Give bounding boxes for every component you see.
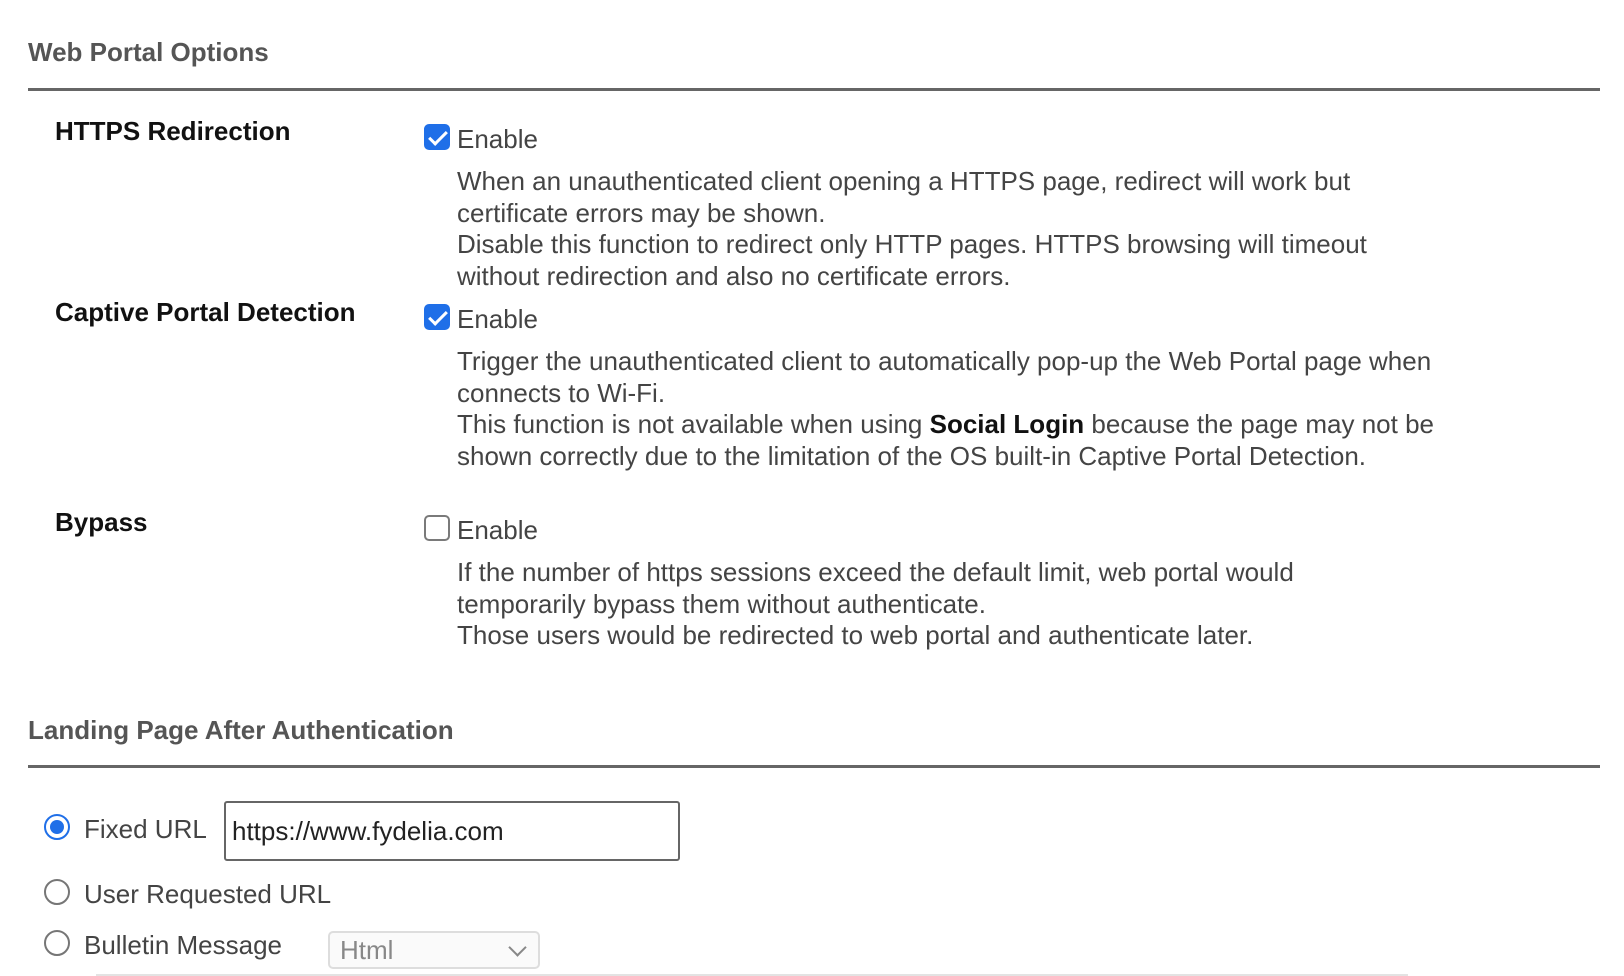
user-requested-url-label: User Requested URL xyxy=(84,879,332,909)
captive-portal-detection-enable-label: Enable xyxy=(457,304,538,334)
bulletin-format-value: Html xyxy=(340,934,394,965)
chevron-down-icon xyxy=(508,938,527,957)
captive-portal-detection-checkbox[interactable] xyxy=(424,303,450,330)
bypass-description: If the number of https sessions exceed t… xyxy=(457,557,1357,652)
section-divider xyxy=(28,88,1600,91)
description-line: Trigger the unauthenticated client to au… xyxy=(457,346,1432,408)
captive-portal-detection-description: Trigger the unauthenticated client to au… xyxy=(457,346,1447,472)
label-captive-portal-detection: Captive Portal Detection xyxy=(55,297,356,327)
https-redirection-enable[interactable]: Enable xyxy=(424,123,538,155)
bulletin-message-label: Bulletin Message xyxy=(84,930,282,960)
description-line: Those users would be redirected to web p… xyxy=(457,620,1254,650)
section-title-landing-page: Landing Page After Authentication xyxy=(28,715,454,745)
bulletin-format-select[interactable]: Html xyxy=(328,931,540,969)
user-requested-url-radio[interactable] xyxy=(44,878,70,905)
bypass-checkbox[interactable] xyxy=(424,514,450,541)
social-login-emphasis: Social Login xyxy=(929,409,1085,439)
fixed-url-radio[interactable] xyxy=(44,813,70,840)
description-text: This function is not available when usin… xyxy=(457,409,930,439)
radio-option-fixed-url[interactable]: Fixed URL xyxy=(44,813,207,845)
radio-option-user-requested-url[interactable]: User Requested URL xyxy=(44,878,332,910)
fixed-url-input[interactable] xyxy=(224,801,680,861)
https-redirection-description: When an unauthenticated client opening a… xyxy=(457,166,1437,292)
https-redirection-checkbox[interactable] xyxy=(424,123,450,150)
description-line: Disable this function to redirect only H… xyxy=(457,229,1367,291)
section-divider xyxy=(28,765,1600,768)
description-line: If the number of https sessions exceed t… xyxy=(457,557,1294,619)
description-line: This function is not available when usin… xyxy=(457,409,1447,472)
label-https-redirection: HTTPS Redirection xyxy=(55,116,291,146)
https-redirection-enable-label: Enable xyxy=(457,124,538,154)
bulletin-message-radio[interactable] xyxy=(44,929,70,956)
label-bypass: Bypass xyxy=(55,507,148,537)
captive-portal-detection-enable[interactable]: Enable xyxy=(424,303,538,335)
section-title-web-portal-options: Web Portal Options xyxy=(28,37,269,67)
bypass-enable[interactable]: Enable xyxy=(424,514,538,546)
bypass-enable-label: Enable xyxy=(457,515,538,545)
fixed-url-label: Fixed URL xyxy=(84,814,207,844)
radio-option-bulletin-message[interactable]: Bulletin Message xyxy=(44,929,282,961)
description-line: When an unauthenticated client opening a… xyxy=(457,166,1351,228)
